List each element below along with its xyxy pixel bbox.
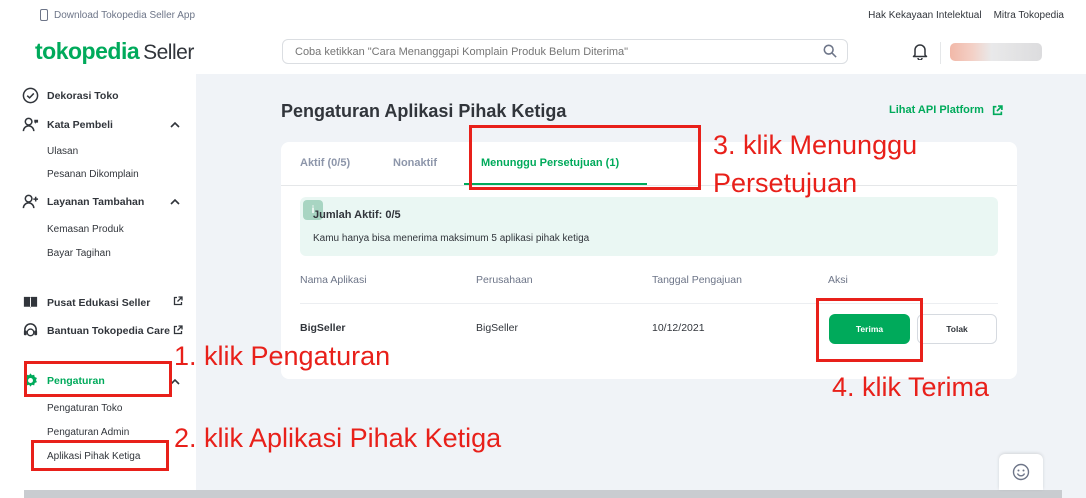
tab-aktif[interactable]: Aktif (0/5) — [300, 157, 350, 169]
info-title: Jumlah Aktif: 0/5 — [313, 209, 401, 221]
mitra-tokopedia-link[interactable]: Mitra Tokopedia — [994, 10, 1064, 21]
annotation-step-4: 4. klik Terima — [832, 372, 990, 402]
sidebar-label: Kata Pembeli — [47, 118, 113, 131]
sidebar-item-kemasan-produk[interactable]: Kemasan Produk — [47, 224, 124, 235]
highlight-box-terima — [816, 298, 923, 362]
download-app-text: Download Tokopedia Seller App — [54, 9, 196, 21]
smiley-icon — [1012, 463, 1030, 481]
user-plus-icon — [22, 194, 39, 209]
info-description: Kamu hanya bisa menerima maksimum 5 apli… — [313, 233, 590, 244]
sidebar-item-bantuan-tokopedia-care[interactable]: Bantuan Tokopedia Care — [22, 322, 170, 339]
tab-nonaktif[interactable]: Nonaktif — [393, 157, 437, 169]
sidebar-item-pengaturan-toko[interactable]: Pengaturan Toko — [47, 403, 122, 414]
lihat-api-platform-link[interactable]: Lihat API Platform — [889, 104, 1003, 116]
sidebar-label: Pusat Edukasi Seller — [47, 296, 151, 309]
user-avatar[interactable] — [950, 43, 1042, 61]
cell-date: 10/12/2021 — [652, 322, 705, 334]
top-links: Hak Kekayaan Intelektual Mitra Tokopedia — [868, 10, 1064, 21]
annotation-step-3-line1: 3. klik Menunggu — [713, 130, 918, 160]
annotation-step-3-line2: Persetujuan — [713, 168, 858, 198]
highlight-box-pengaturan — [24, 361, 172, 397]
column-header-nama-aplikasi: Nama Aplikasi — [300, 274, 367, 286]
annotation-step-2: 2. klik Aplikasi Pihak Ketiga — [174, 423, 502, 453]
column-header-aksi: Aksi — [828, 274, 848, 286]
annotation-step-1: 1. klik Pengaturan — [174, 341, 391, 371]
sidebar-item-pesanan-dikomplain[interactable]: Pesanan Dikomplain — [47, 169, 139, 180]
sidebar-item-pengaturan-admin[interactable]: Pengaturan Admin — [47, 427, 129, 438]
logo-brand: tokopedia — [35, 38, 140, 64]
book-icon — [23, 296, 38, 309]
bell-icon[interactable] — [912, 43, 928, 60]
top-utility-bar: Download Tokopedia Seller App Hak Kekaya… — [0, 0, 1086, 30]
tolak-button[interactable]: Tolak — [917, 314, 997, 344]
api-link-label: Lihat API Platform — [889, 104, 984, 116]
sidebar-item-ulasan[interactable]: Ulasan — [47, 146, 78, 157]
highlight-box-tab — [469, 125, 701, 190]
cell-company: BigSeller — [476, 322, 519, 334]
chevron-up-icon[interactable] — [170, 197, 180, 207]
chat-widget[interactable] — [999, 454, 1043, 490]
sidebar-item-dekorasi-toko[interactable]: Dekorasi Toko — [22, 87, 119, 104]
info-banner — [300, 197, 998, 256]
download-app-link[interactable]: Download Tokopedia Seller App — [40, 9, 195, 21]
sidebar-item-kata-pembeli[interactable]: Kata Pembeli — [22, 116, 113, 133]
column-header-tanggal: Tanggal Pengajuan — [652, 274, 742, 286]
external-link-icon — [992, 104, 1003, 115]
chevron-up-icon[interactable] — [170, 120, 180, 130]
sidebar-label: Layanan Tambahan — [47, 195, 145, 208]
cell-app-name: BigSeller — [300, 322, 346, 334]
search-input[interactable] — [295, 40, 815, 63]
header-divider — [940, 42, 941, 64]
sidebar-item-pusat-edukasi[interactable]: Pusat Edukasi Seller — [22, 294, 150, 311]
sidebar-label: Dekorasi Toko — [47, 89, 119, 102]
user-review-icon — [22, 117, 39, 132]
headset-icon — [23, 323, 38, 337]
sidebar-label: Bantuan Tokopedia Care — [47, 324, 170, 337]
hak-kekayaan-link[interactable]: Hak Kekayaan Intelektual — [868, 10, 981, 21]
phone-icon — [40, 9, 48, 21]
check-circle-icon — [22, 87, 39, 104]
tokopedia-seller-logo[interactable]: tokopedia Seller — [35, 38, 194, 65]
external-link-icon[interactable] — [173, 296, 183, 306]
sidebar-item-bayar-tagihan[interactable]: Bayar Tagihan — [47, 248, 111, 259]
search-box — [282, 39, 848, 64]
external-link-icon[interactable] — [173, 325, 183, 335]
sidebar-item-layanan-tambahan[interactable]: Layanan Tambahan — [22, 193, 144, 210]
logo-suffix: Seller — [143, 41, 194, 64]
column-header-perusahaan: Perusahaan — [476, 274, 533, 286]
page-title: Pengaturan Aplikasi Pihak Ketiga — [281, 101, 567, 121]
search-icon[interactable] — [823, 44, 837, 58]
main-header: tokopedia Seller — [0, 30, 1086, 74]
highlight-box-aplikasi — [31, 440, 169, 471]
horizontal-scrollbar[interactable] — [24, 490, 1062, 498]
